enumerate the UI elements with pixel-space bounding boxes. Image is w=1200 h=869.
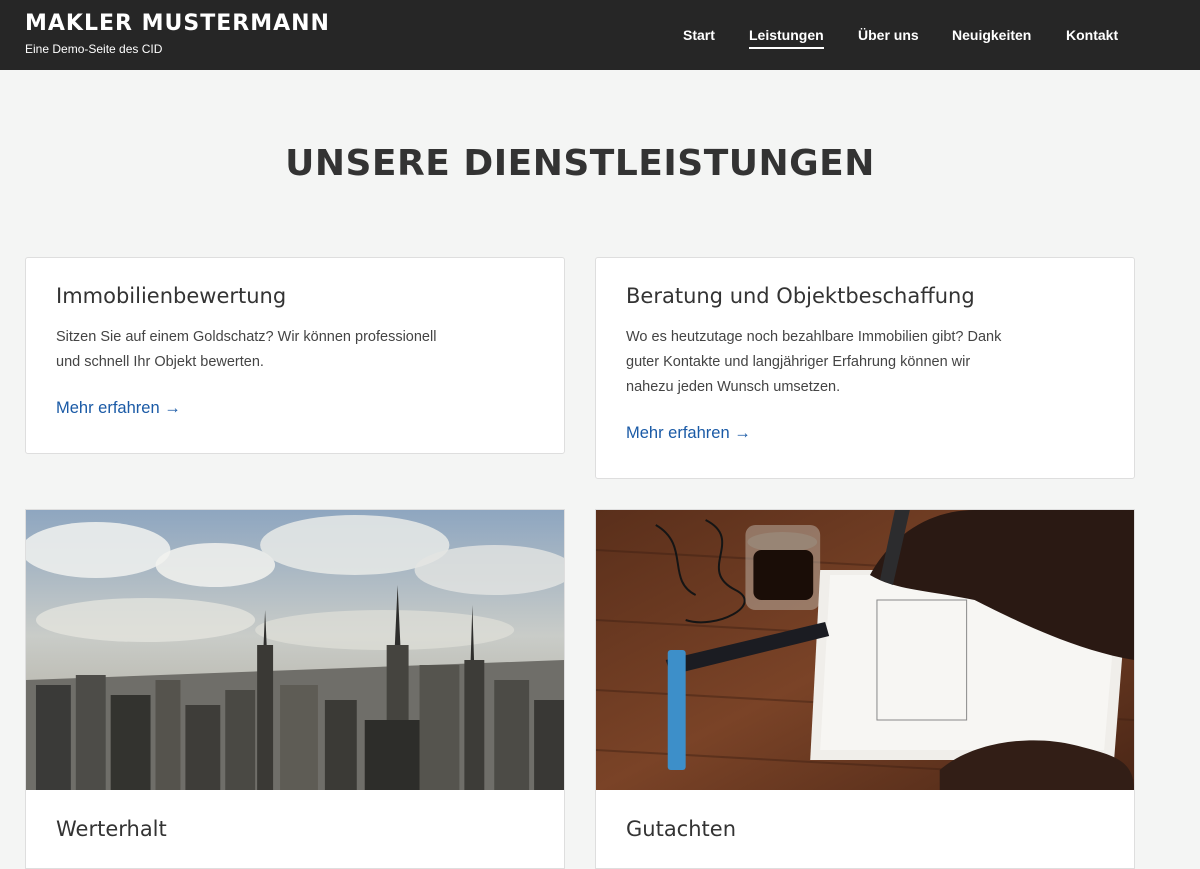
card-title: Werterhalt [56,817,167,841]
city-skyline-photo [26,510,564,790]
mehr-erfahren-link[interactable]: Mehr erfahren → [626,424,751,443]
card-text-line: und schnell Ihr Objekt bewerten. [56,354,264,370]
site-header: MAKLER MUSTERMANN Eine Demo-Seite des CI… [0,0,1200,70]
nav-item-neuigkeiten[interactable]: Neuigkeiten [952,26,1031,44]
card-text-line: Wo es heutzutage noch bezahlbare Immobil… [626,329,1002,345]
main-nav: Start Leistungen Über uns Neuigkeiten Ko… [0,0,1200,70]
card-text-line: nahezu jeden Wunsch umsetzen. [626,379,841,395]
card-title: Immobilienbewertung [56,284,287,308]
service-card-werterhalt[interactable]: Werterhalt [25,509,565,869]
nav-item-ueber-uns[interactable]: Über uns [858,26,919,44]
service-card-beratung: Beratung und Objektbeschaffung Wo es heu… [595,257,1135,479]
service-card-immobilienbewertung: Immobilienbewertung Sitzen Sie auf einem… [25,257,565,454]
mehr-erfahren-link[interactable]: Mehr erfahren → [56,399,181,418]
card-title: Beratung und Objektbeschaffung [626,284,975,308]
card-title: Gutachten [626,817,737,841]
page-title: UNSERE DIENSTLEISTUNGEN [285,143,875,184]
service-card-gutachten[interactable]: Gutachten [595,509,1135,869]
card-text-line: guter Kontakte und langjähriger Erfahrun… [626,354,971,370]
desk-drawing-photo [596,510,1134,790]
nav-item-leistungen[interactable]: Leistungen [749,26,824,49]
card-text-line: Sitzen Sie auf einem Goldschatz? Wir kön… [56,329,437,345]
nav-item-kontakt[interactable]: Kontakt [1066,26,1118,44]
nav-item-start[interactable]: Start [683,26,715,44]
